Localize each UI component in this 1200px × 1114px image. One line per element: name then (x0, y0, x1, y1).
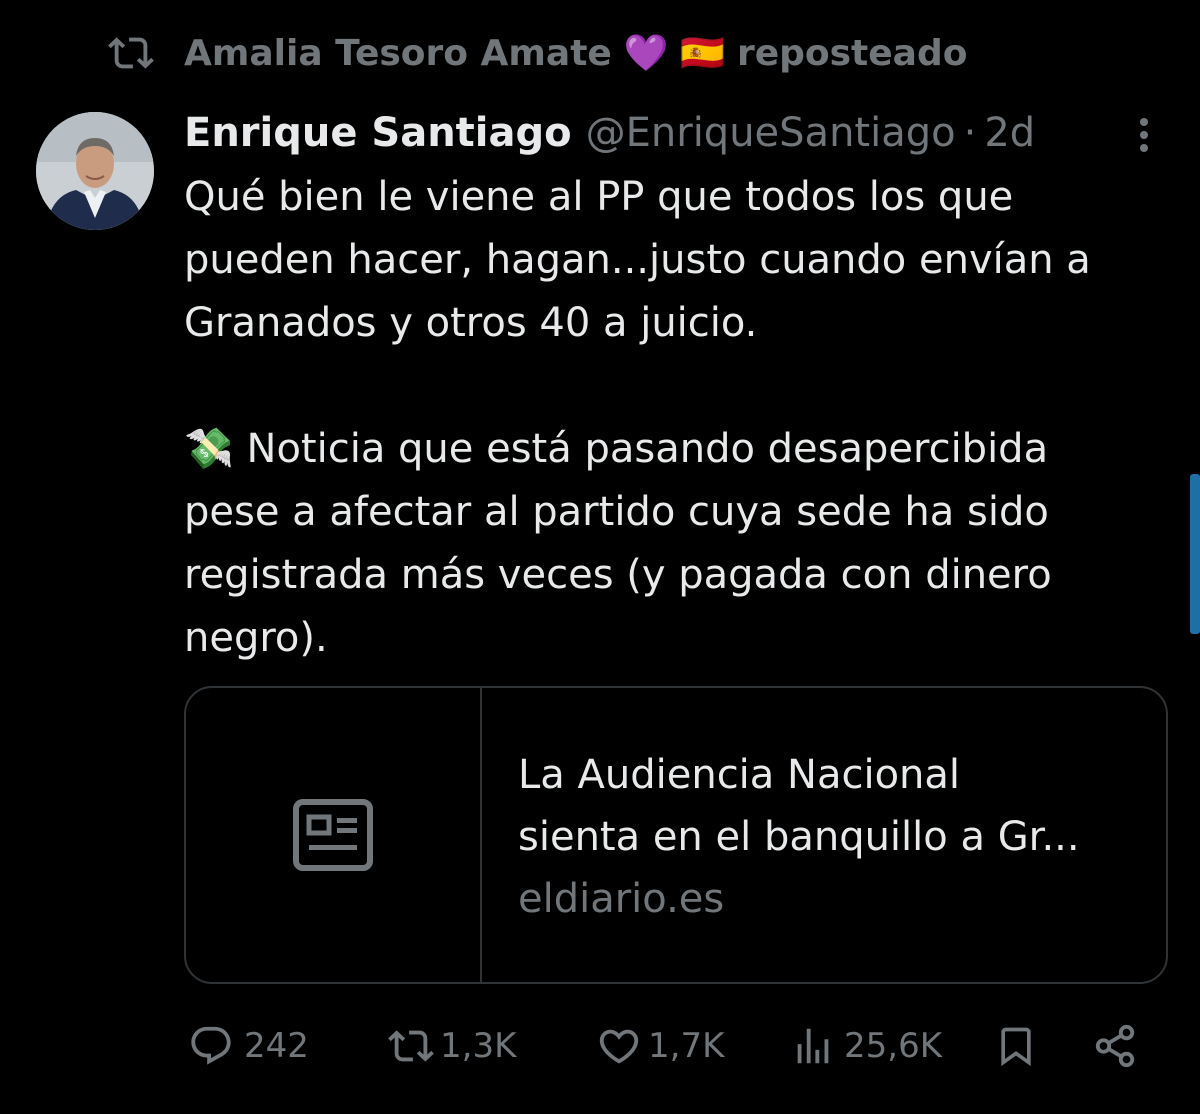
reply-icon (191, 1026, 231, 1065)
link-preview-card[interactable]: La Audiencia Nacional sienta en el banqu… (184, 686, 1168, 984)
like-button[interactable]: 1,7K (596, 1016, 724, 1076)
reply-count: 242 (244, 1026, 309, 1066)
views-chart-icon (797, 1028, 829, 1064)
tweet-paragraph-1: Qué bien le viene al PP que todos los qu… (184, 174, 1091, 346)
card-title: La Audiencia Nacional sienta en el banqu… (518, 752, 1080, 860)
bookmark-icon (1001, 1027, 1031, 1067)
author-name[interactable]: Enrique Santiago (184, 110, 572, 156)
share-icon (1095, 1024, 1135, 1068)
more-options-icon[interactable] (1126, 112, 1162, 158)
author-handle[interactable]: @EnriqueSantiago (586, 110, 956, 156)
newspaper-icon (293, 799, 373, 871)
action-bar: 242 1,3K 1,7K 25,6K (184, 1016, 1144, 1076)
tweet-paragraph-2: 💸 Noticia que está pasando desapercibida… (184, 426, 1052, 661)
repost-user-emojis: 💜 🇪🇸 (623, 33, 725, 74)
tweet-timestamp[interactable]: 2d (984, 110, 1035, 156)
card-thumbnail (186, 688, 482, 982)
repost-count: 1,3K (440, 1026, 517, 1066)
repost-icon (108, 37, 154, 69)
share-button[interactable] (1092, 1016, 1138, 1076)
repost-header: Amalia Tesoro Amate 💜 🇪🇸 reposteado (108, 28, 967, 78)
repost-label: reposteado (736, 32, 968, 74)
tweet-text: Qué bien le viene al PP que todos los qu… (184, 166, 1174, 670)
card-body: La Audiencia Nacional sienta en el banqu… (482, 688, 1080, 982)
separator-dot: · (963, 110, 977, 156)
repost-user-link[interactable]: Amalia Tesoro Amate (184, 33, 612, 74)
scrollbar-thumb[interactable] (1190, 474, 1200, 634)
card-domain: eldiario.es (518, 876, 725, 922)
like-count: 1,7K (648, 1026, 725, 1066)
tweet-header: Enrique Santiago @EnriqueSantiago · 2d (184, 104, 1035, 162)
repost-action-icon (388, 1030, 434, 1062)
avatar-photo (36, 112, 154, 230)
views-button[interactable]: 25,6K (790, 1016, 942, 1076)
bookmark-button[interactable] (994, 1016, 1038, 1076)
reply-button[interactable]: 242 (188, 1016, 309, 1076)
heart-icon (599, 1029, 639, 1064)
avatar[interactable] (36, 112, 154, 230)
repost-button[interactable]: 1,3K (386, 1016, 516, 1076)
views-count: 25,6K (844, 1026, 942, 1066)
